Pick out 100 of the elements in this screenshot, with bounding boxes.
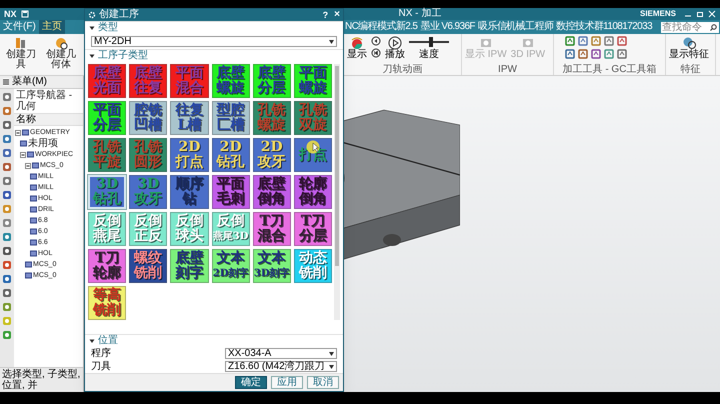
search-icon[interactable]	[710, 24, 717, 30]
operation-tile[interactable]: 等高 铣削	[88, 286, 126, 320]
dialog-button[interactable]: 确定	[235, 376, 267, 389]
navigator-tab-icon[interactable]	[2, 106, 12, 116]
dropdown[interactable]: XX-034-A	[225, 348, 337, 359]
feature-icon[interactable]	[682, 36, 696, 50]
gc-tool-icon[interactable]	[604, 36, 614, 46]
navigator-tab-icon[interactable]	[2, 92, 12, 102]
speed-label: 速度	[419, 50, 439, 60]
operation-tile[interactable]: 2D 钻孔	[212, 138, 250, 172]
operation-tile[interactable]: 底壁 螺旋	[212, 64, 250, 98]
collapse-icon[interactable]	[89, 25, 95, 31]
dropdown[interactable]: Z16.60 (M42湾刀跟刀	[225, 361, 337, 372]
gc-tool-icon[interactable]	[591, 36, 601, 46]
navigator-tab-icon[interactable]	[2, 232, 12, 242]
operation-tile[interactable]: 文本 3D刻字	[252, 249, 291, 283]
scrollbar[interactable]	[334, 64, 340, 320]
expander-icon[interactable]	[15, 130, 21, 136]
slider-thumb[interactable]	[429, 37, 433, 47]
expander-icon[interactable]	[25, 162, 31, 168]
column-header: 名称	[14, 114, 83, 126]
brand-label: SIEMENS	[640, 10, 676, 18]
ribbon-tab[interactable]: 墨业 V6.936F	[420, 22, 475, 32]
section-header[interactable]: 位置	[98, 336, 118, 346]
operation-tile[interactable]: 往复 L槽	[170, 101, 208, 135]
operation-tile[interactable]: 平面 分层	[88, 101, 126, 135]
create-button[interactable]: 创建几何体	[45, 50, 77, 70]
search-field[interactable]: 查找命令	[661, 22, 719, 32]
navigator-tab-icon[interactable]	[2, 162, 12, 172]
dialog-button[interactable]: 取消	[307, 376, 339, 389]
app-logo: NX	[4, 10, 17, 18]
collapse-icon[interactable]	[89, 338, 95, 344]
menu-icon[interactable]	[2, 78, 10, 86]
dialog-button[interactable]: 应用	[271, 376, 303, 389]
operation-tile[interactable]: T刀 分层	[294, 212, 332, 246]
tree-item[interactable]: 未用项	[28, 138, 58, 148]
create-button[interactable]: 创建刀具	[5, 50, 37, 70]
navigator-tab-icon[interactable]	[2, 260, 12, 270]
operation-tile[interactable]: 螺纹 铣削	[129, 249, 168, 283]
speed-slider[interactable]	[409, 36, 449, 48]
gc-tool-icon[interactable]	[565, 49, 575, 59]
play-icon[interactable]	[388, 36, 402, 50]
operation-tile[interactable]: 轮廓 倒角	[294, 175, 332, 209]
navigator-tab-icon[interactable]	[2, 330, 12, 340]
rewind-icon[interactable]	[371, 48, 381, 58]
navigator-tab-icon[interactable]	[2, 302, 12, 312]
operation-tile[interactable]: T刀 混合	[252, 212, 291, 246]
gc-tool-icon[interactable]	[565, 36, 575, 46]
operation-tile[interactable]: 底壁 倒角	[252, 175, 291, 209]
display-button[interactable]: 显示	[347, 50, 367, 60]
gc-tool-icon[interactable]	[591, 49, 601, 59]
navigator-tab-icon[interactable]	[2, 288, 12, 298]
navigator-tab-icon[interactable]	[2, 134, 12, 144]
navigator-tab-icon[interactable]	[2, 218, 12, 228]
help-button[interactable]: ?	[322, 10, 328, 20]
caret-icon	[329, 40, 334, 44]
navigator-tab-icon[interactable]	[2, 120, 12, 130]
operation-tile[interactable]: 底壁 刻字	[170, 249, 208, 283]
operation-tile[interactable]: 底壁 分层	[252, 64, 291, 98]
section-header[interactable]: 工序子类型	[98, 51, 148, 61]
navigator-tab-icon[interactable]	[2, 246, 12, 256]
caret-icon	[329, 352, 334, 356]
ribbon-tab[interactable]: 吸乐信机械工程师	[478, 22, 554, 32]
operation-tile[interactable]: 文本 2D刻字	[212, 249, 250, 283]
collapse-icon[interactable]	[89, 53, 95, 59]
gc-tool-icon[interactable]	[604, 49, 614, 59]
menu-tab[interactable]: 文件(F)	[0, 20, 39, 34]
operation-tile[interactable]: 平面 毛刺	[212, 175, 250, 209]
dropdown[interactable]: MY-2DH	[91, 36, 337, 47]
operation-tile[interactable]: 2D 攻牙	[252, 138, 291, 172]
operation-tile[interactable]: 2D 打点	[170, 138, 208, 172]
tool-icon[interactable]	[14, 36, 28, 50]
gc-tool-icon[interactable]	[617, 49, 627, 59]
operation-tile[interactable]: 平面 螺旋	[294, 64, 332, 98]
navigator-tab-icon[interactable]	[2, 190, 12, 200]
close-button[interactable]: ×	[334, 10, 340, 20]
step-back-icon[interactable]	[371, 36, 381, 46]
gc-tool-icon[interactable]	[578, 36, 588, 46]
geometry-icon[interactable]	[54, 36, 68, 50]
display-icon[interactable]	[350, 36, 364, 50]
navigator-tab-icon[interactable]	[2, 274, 12, 284]
operation-tile[interactable]: 型腔 匚槽	[212, 101, 250, 135]
ribbon-tab[interactable]: NC编程模式新2.5	[345, 22, 418, 32]
section-header[interactable]: 类型	[98, 23, 118, 33]
ribbon-tab[interactable]: 数控技术群1108172033	[556, 22, 652, 32]
menu-tab[interactable]: 主页	[38, 20, 65, 34]
show-feature-button[interactable]: 显示特征	[669, 50, 709, 60]
gc-tool-icon[interactable]	[578, 49, 588, 59]
navigator-tab-icon[interactable]	[2, 148, 12, 158]
navigator-tab-icon[interactable]	[2, 176, 12, 186]
expander-icon[interactable]	[20, 152, 26, 158]
group-label: 刀轨动画	[382, 65, 424, 75]
operation-tile[interactable]: 腔铣 凹槽	[129, 101, 168, 135]
gear-icon	[88, 11, 96, 19]
close-icon[interactable]	[708, 10, 716, 18]
play-button[interactable]: 播放	[385, 50, 405, 60]
restore-icon[interactable]	[696, 10, 704, 18]
gc-tool-icon[interactable]	[617, 36, 627, 46]
operation-tile[interactable]: T刀 轮廓	[88, 249, 126, 283]
save-icon[interactable]	[20, 10, 29, 18]
